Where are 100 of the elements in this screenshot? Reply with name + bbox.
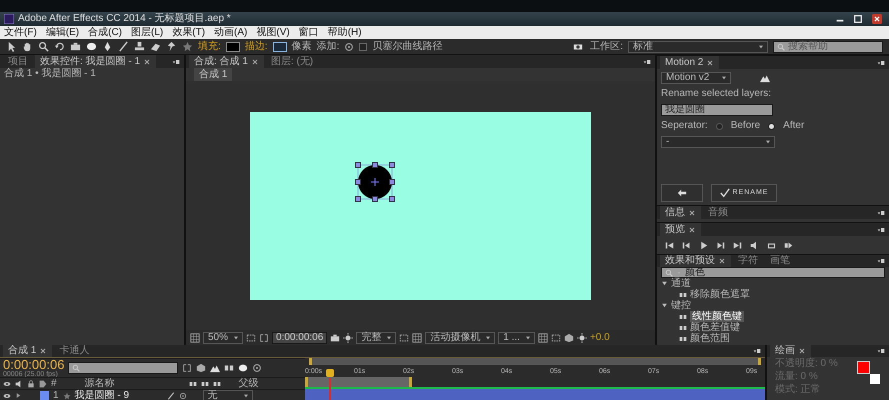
effect-item[interactable]: 移除颜色遮罩 bbox=[690, 289, 750, 300]
blend-switch-icon[interactable] bbox=[212, 380, 221, 388]
composition-breadcrumb[interactable]: 合成 1 bbox=[194, 68, 232, 81]
fill-swatch[interactable] bbox=[226, 42, 240, 52]
layer-name[interactable]: 我是圆圈 - 9 bbox=[74, 390, 163, 400]
column-header[interactable]: # bbox=[51, 378, 57, 390]
previous-frame-icon[interactable] bbox=[682, 240, 691, 250]
first-frame-icon[interactable] bbox=[665, 240, 674, 250]
panel-menu-icon[interactable] bbox=[171, 58, 181, 66]
column-header[interactable]: 源名称 bbox=[84, 378, 185, 390]
exposure-value[interactable]: +0.0 bbox=[590, 332, 610, 344]
next-frame-icon[interactable] bbox=[716, 240, 725, 250]
column-header[interactable]: 父级 bbox=[238, 378, 259, 390]
panel-tab[interactable]: 合成: 合成 1 bbox=[189, 55, 264, 68]
menu-item[interactable]: 窗口 bbox=[298, 26, 319, 38]
background-color-swatch[interactable] bbox=[870, 374, 880, 384]
zoom-icon[interactable] bbox=[38, 41, 49, 52]
layer-color-swatch[interactable] bbox=[40, 391, 49, 400]
timecode-field[interactable]: 0:00:00:06 bbox=[272, 332, 328, 344]
effect-category[interactable]: 键控 bbox=[671, 300, 691, 311]
zoom-dropdown[interactable]: 50% bbox=[203, 332, 244, 344]
panel-tab[interactable]: 画笔 bbox=[765, 255, 795, 268]
bezier-checkbox[interactable] bbox=[359, 42, 368, 50]
menu-item[interactable]: 帮助(H) bbox=[328, 26, 362, 38]
switch-icon[interactable] bbox=[166, 392, 175, 400]
back-button[interactable] bbox=[661, 184, 703, 202]
menu-item[interactable]: 动画(A) bbox=[214, 26, 248, 38]
stroke-swatch[interactable] bbox=[272, 42, 287, 52]
radio-button[interactable] bbox=[716, 122, 723, 130]
add-vertex-icon[interactable] bbox=[344, 42, 354, 52]
close-icon[interactable] bbox=[869, 14, 885, 24]
preset-dropdown[interactable]: Motion v2 bbox=[661, 72, 731, 84]
panel-tab[interactable]: 效果控件: 我是圆圈 - 1 bbox=[35, 55, 156, 68]
effects-search-field[interactable]: 颜色 bbox=[661, 267, 885, 278]
panel-tab[interactable]: 合成 1 bbox=[3, 345, 52, 357]
layer-search-field[interactable] bbox=[68, 362, 178, 374]
radio-button[interactable] bbox=[768, 122, 776, 130]
foreground-color-swatch[interactable] bbox=[857, 361, 870, 374]
panel-tab[interactable]: Motion 2 bbox=[660, 56, 720, 69]
expand-triangle-icon[interactable] bbox=[661, 280, 668, 287]
hand-icon[interactable] bbox=[22, 41, 33, 52]
panel-menu-icon[interactable] bbox=[876, 208, 886, 216]
panel-tab[interactable]: 信息 bbox=[660, 206, 701, 219]
panel-menu-icon[interactable] bbox=[876, 347, 886, 355]
selected-circle-drawing[interactable] bbox=[355, 162, 395, 202]
pin-icon[interactable] bbox=[166, 41, 177, 52]
stamp-icon[interactable] bbox=[134, 41, 145, 52]
eraser-icon[interactable] bbox=[150, 41, 161, 52]
resolution-dropdown[interactable]: 完整 bbox=[356, 332, 396, 344]
separator-dropdown[interactable]: - bbox=[661, 136, 775, 148]
eye-icon[interactable] bbox=[3, 392, 11, 400]
panel-tab[interactable]: 音频 bbox=[703, 206, 733, 219]
panel-tab[interactable]: 绘画 bbox=[770, 345, 811, 358]
audio-icon[interactable] bbox=[15, 380, 23, 388]
pen-icon[interactable] bbox=[102, 41, 113, 52]
panel-tab[interactable]: 图层: (无) bbox=[266, 55, 318, 68]
view-layout-dropdown[interactable]: 1 ... bbox=[498, 332, 535, 344]
ellipse-icon[interactable] bbox=[86, 41, 97, 52]
last-frame-icon[interactable] bbox=[733, 240, 742, 250]
panel-tab[interactable]: 项目 bbox=[3, 55, 33, 68]
workspace-dropdown[interactable]: 标准 bbox=[628, 40, 768, 52]
effect-category[interactable]: 通道 bbox=[671, 278, 691, 289]
effect-item[interactable]: 线性颜色键 bbox=[690, 311, 744, 322]
grid-icon[interactable] bbox=[190, 332, 200, 342]
loop-icon[interactable] bbox=[767, 240, 776, 250]
expand-triangle-icon[interactable] bbox=[661, 302, 668, 309]
panel-tab[interactable]: 卡通人 bbox=[54, 345, 94, 357]
rotate-icon[interactable] bbox=[54, 41, 65, 52]
selection-arrow-icon[interactable] bbox=[6, 41, 17, 52]
fit-icon[interactable] bbox=[246, 332, 256, 342]
transparency-grid-icon[interactable] bbox=[412, 332, 422, 342]
panel-menu-icon[interactable] bbox=[876, 257, 886, 265]
time-indicator-handle[interactable] bbox=[326, 369, 334, 377]
menu-item[interactable]: 图层(L) bbox=[131, 26, 164, 38]
line-icon[interactable] bbox=[118, 41, 129, 52]
menu-item[interactable]: 合成(C) bbox=[88, 26, 122, 38]
audio-icon[interactable] bbox=[750, 240, 759, 250]
camera-dropdown[interactable]: 活动摄像机 bbox=[425, 332, 496, 344]
camera-icon[interactable] bbox=[70, 41, 81, 52]
menu-item[interactable]: 编辑(E) bbox=[46, 26, 80, 38]
menu-item[interactable]: 文件(F) bbox=[4, 26, 37, 38]
panel-menu-icon[interactable] bbox=[642, 58, 652, 66]
snapshot-icon[interactable] bbox=[330, 332, 340, 342]
rename-field[interactable]: 我是圆圈 bbox=[661, 104, 773, 116]
draft-3d-icon[interactable] bbox=[196, 363, 206, 373]
panel-menu-icon[interactable] bbox=[752, 347, 762, 355]
region-icon[interactable] bbox=[399, 332, 410, 342]
current-time[interactable]: 0:00:00:06 bbox=[3, 358, 64, 370]
menu-item[interactable]: 效果(T) bbox=[172, 26, 206, 38]
exposure-icon[interactable] bbox=[576, 332, 587, 342]
panel-menu-icon[interactable] bbox=[876, 226, 886, 234]
bracket-icon[interactable] bbox=[259, 332, 270, 342]
label-icon[interactable] bbox=[39, 380, 47, 388]
expand-triangle-icon[interactable] bbox=[15, 392, 22, 399]
ram-preview-icon[interactable] bbox=[784, 240, 793, 250]
panel-menu-icon[interactable] bbox=[876, 58, 886, 66]
maximize-icon[interactable] bbox=[851, 14, 865, 24]
menu-item[interactable]: 视图(V) bbox=[256, 26, 290, 38]
eye-icon[interactable] bbox=[3, 380, 11, 388]
lock-icon[interactable] bbox=[27, 380, 35, 388]
